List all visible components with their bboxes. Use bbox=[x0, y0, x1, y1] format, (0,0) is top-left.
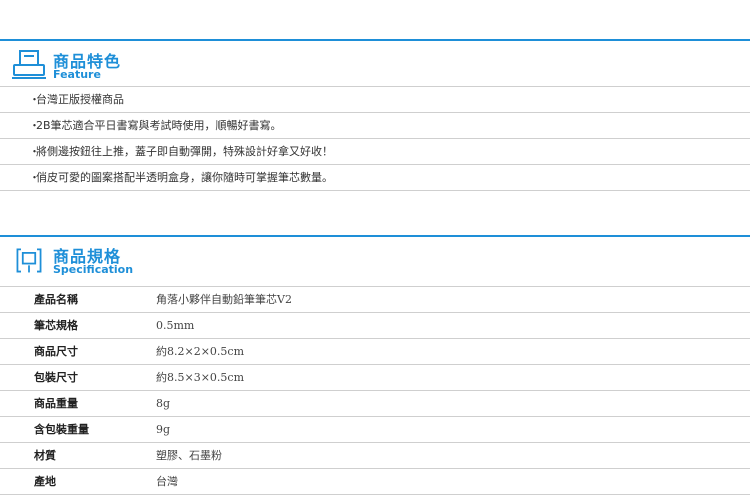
spec-value: 台灣 bbox=[156, 475, 178, 488]
device-icon bbox=[16, 248, 42, 273]
spec-value: 0.5mm bbox=[156, 319, 195, 332]
spec-top-line bbox=[0, 235, 750, 237]
spec-label: 含包裝重量 bbox=[34, 423, 89, 436]
feature-item: ・ 將側邊按鈕往上推，蓋子即自動彈開，特殊設計好拿又好收！ bbox=[0, 139, 750, 165]
spec-label: 筆芯規格 bbox=[34, 319, 78, 332]
spec-row: 產品名稱 角落小夥伴自動鉛筆筆芯V2 bbox=[0, 287, 750, 313]
spec-label: 包裝尺寸 bbox=[34, 371, 78, 384]
spec-row: 商品尺寸 約8.2×2×0.5cm bbox=[0, 339, 750, 365]
feature-text: 俏皮可愛的圖案搭配半透明盒身，讓你隨時可掌握筆芯數量。 bbox=[36, 171, 333, 184]
spec-row: 商品重量 8g bbox=[0, 391, 750, 417]
spec-row: 產地 台灣 bbox=[0, 469, 750, 495]
spec-value: 8g bbox=[156, 397, 171, 410]
spec-subtitle: Specification bbox=[53, 263, 134, 276]
spec-row: 包裝尺寸 約8.5×3×0.5cm bbox=[0, 365, 750, 391]
feature-item: ・ 俏皮可愛的圖案搭配半透明盒身，讓你隨時可掌握筆芯數量。 bbox=[0, 165, 750, 191]
feature-text: 2B筆芯適合平日書寫與考試時使用，順暢好書寫。 bbox=[36, 119, 282, 132]
spec-value: 約8.2×2×0.5cm bbox=[156, 345, 245, 358]
spec-label: 商品尺寸 bbox=[34, 345, 78, 358]
spec-value: 角落小夥伴自動鉛筆筆芯V2 bbox=[156, 293, 292, 306]
feature-text: 將側邊按鈕往上推，蓋子即自動彈開，特殊設計好拿又好收！ bbox=[36, 145, 333, 158]
spec-row: 筆芯規格 0.5mm bbox=[0, 313, 750, 339]
feature-text: 台灣正版授權商品 bbox=[36, 93, 124, 106]
feature-top-line bbox=[0, 39, 750, 41]
spec-row: 材質 塑膠、石墨粉 bbox=[0, 443, 750, 469]
feature-item: ・ 2B筆芯適合平日書寫與考試時使用，順暢好書寫。 bbox=[0, 113, 750, 139]
feature-item: ・ 台灣正版授權商品 bbox=[0, 87, 750, 113]
spec-value: 9g bbox=[156, 423, 171, 436]
spec-label: 材質 bbox=[34, 449, 56, 462]
printer-icon bbox=[12, 50, 46, 79]
spec-label: 產地 bbox=[34, 475, 56, 488]
spec-value: 約8.5×3×0.5cm bbox=[156, 371, 245, 384]
spec-value: 塑膠、石墨粉 bbox=[156, 449, 222, 462]
spec-label: 商品重量 bbox=[34, 397, 78, 410]
spec-label: 產品名稱 bbox=[34, 293, 78, 306]
spec-row: 含包裝重量 9g bbox=[0, 417, 750, 443]
feature-header: 商品特色 Feature bbox=[0, 44, 750, 84]
spec-header: 商品規格 Specification bbox=[0, 240, 750, 280]
feature-subtitle: Feature bbox=[53, 68, 101, 81]
